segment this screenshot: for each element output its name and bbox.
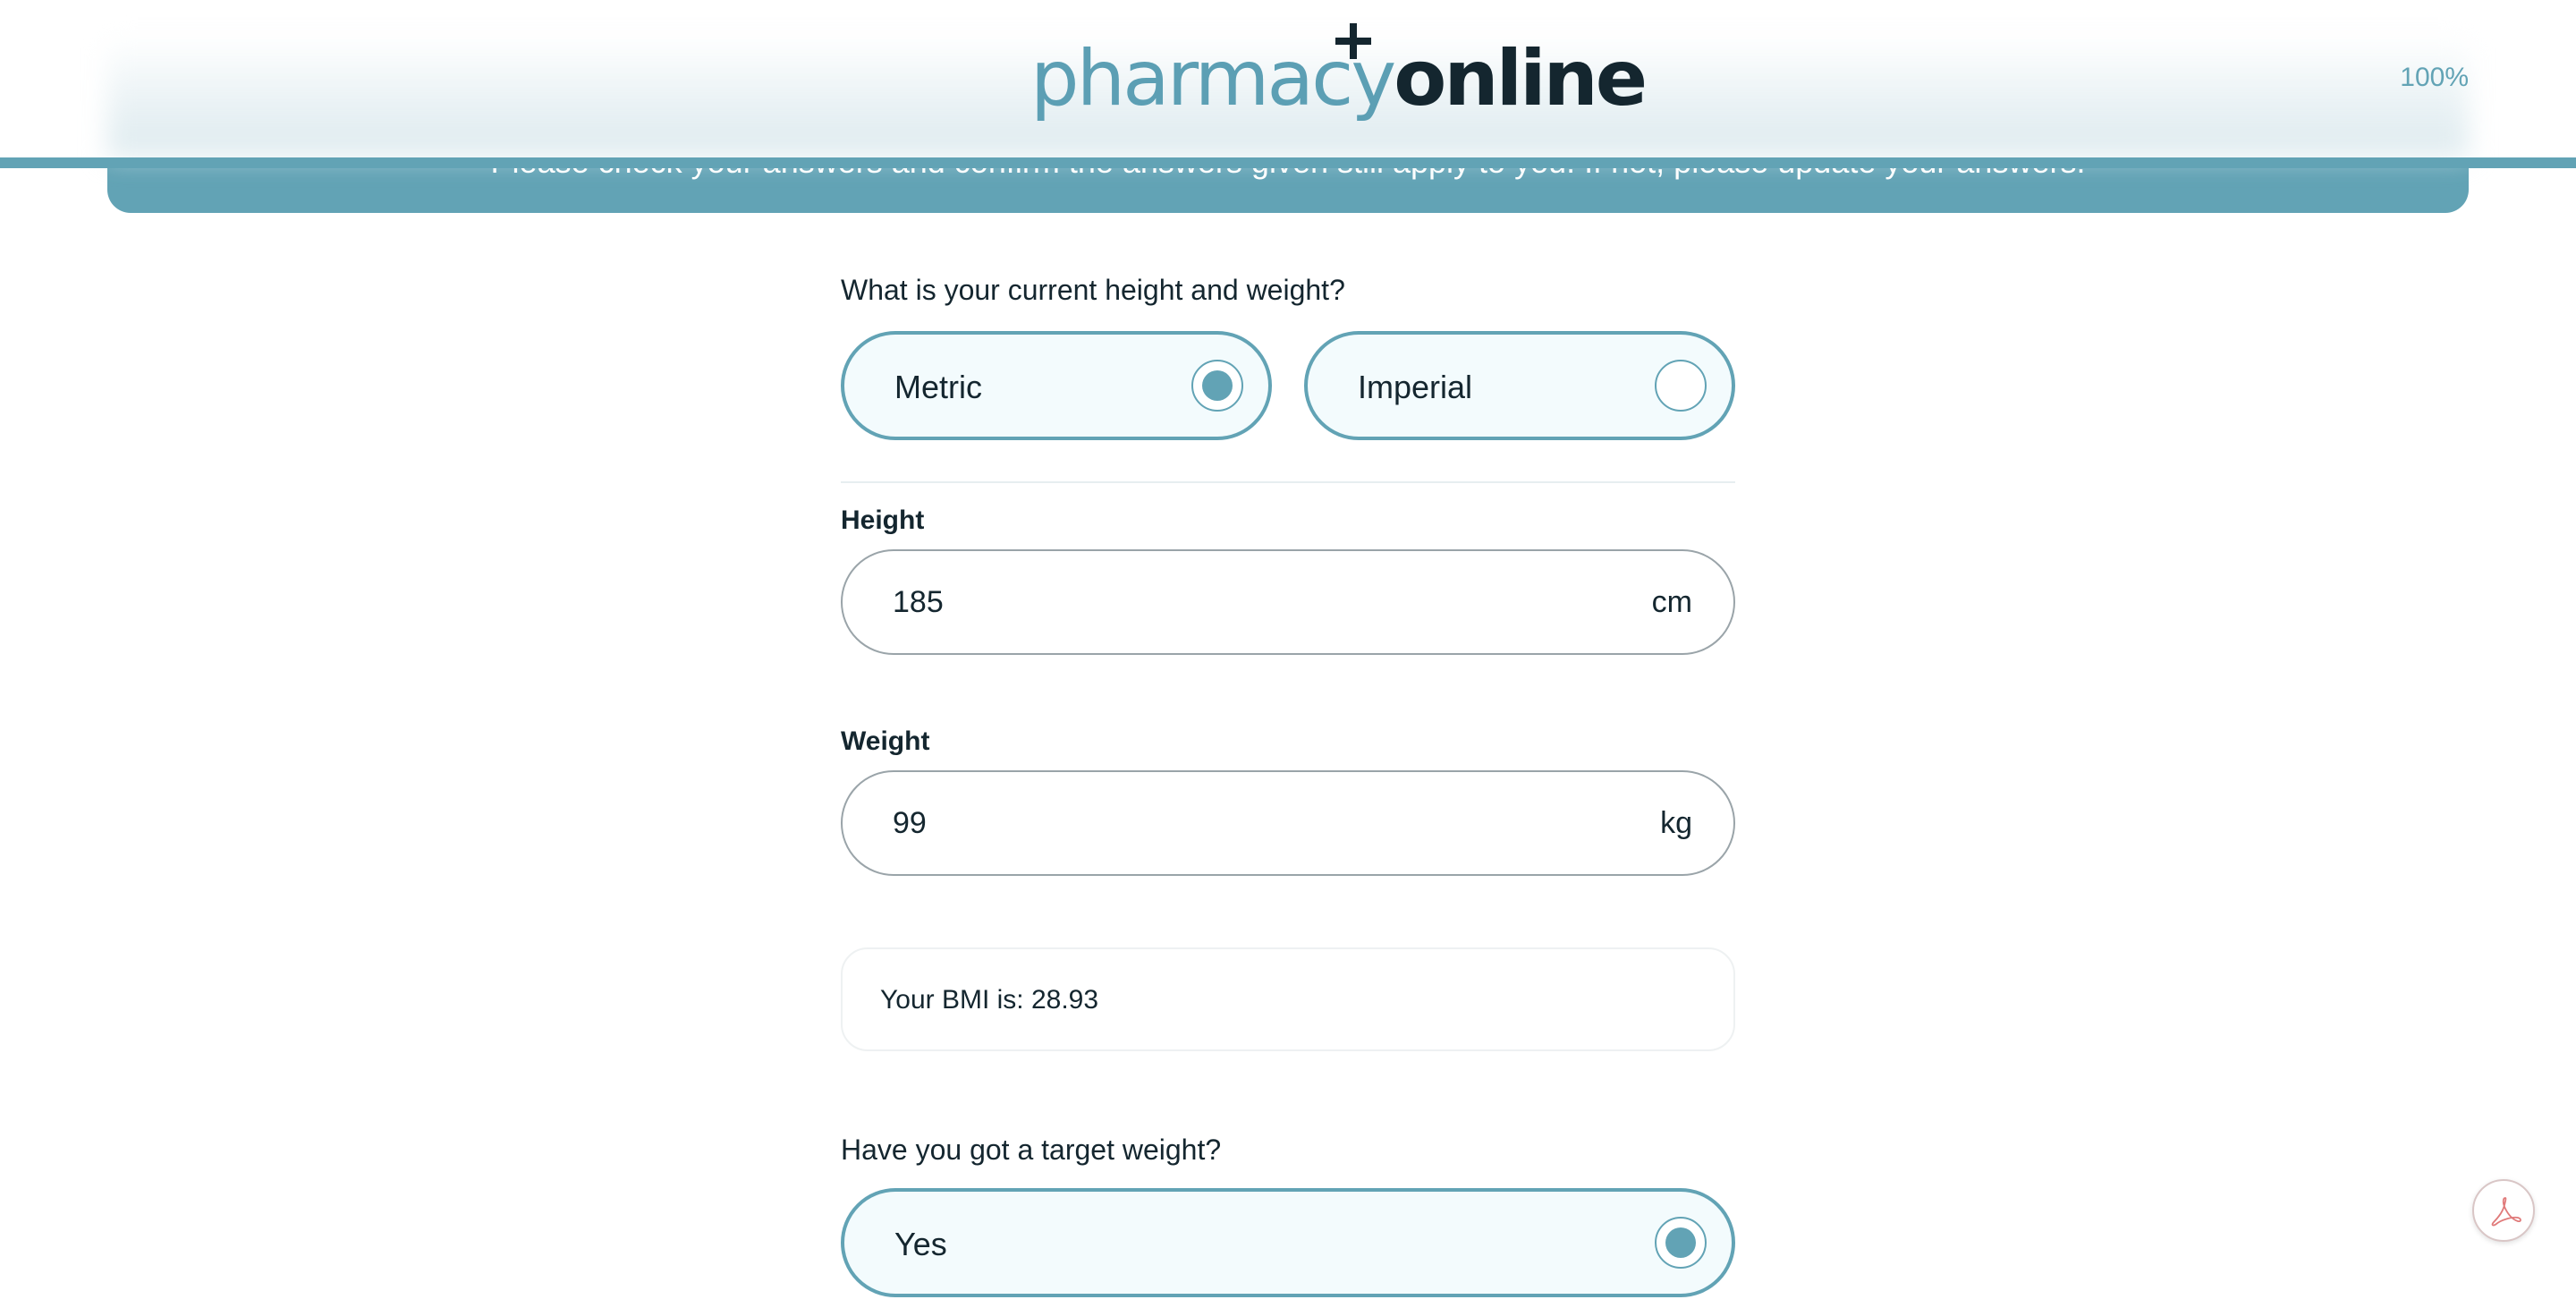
option-yes-label: Yes — [894, 1226, 947, 1262]
height-unit: cm — [1651, 585, 1692, 619]
logo-part-online: online — [1394, 34, 1648, 123]
page: pharmacyonline 100% Please check your an… — [0, 0, 2576, 1308]
divider — [841, 481, 1735, 483]
weight-unit: kg — [1660, 806, 1692, 840]
header-accent-line — [0, 157, 2576, 168]
option-metric-label: Metric — [894, 369, 982, 405]
weight-label: Weight — [841, 726, 930, 756]
question-height-weight: What is your current height and weight? — [841, 274, 1345, 306]
height-label: Height — [841, 505, 925, 535]
radio-yes[interactable] — [1655, 1217, 1707, 1269]
bmi-result-box: Your BMI is: 28.93 — [841, 947, 1735, 1051]
option-imperial[interactable]: Imperial — [1304, 331, 1735, 440]
question-target-weight: Have you got a target weight? — [841, 1134, 1222, 1166]
logo[interactable]: pharmacyonline — [1030, 23, 1648, 123]
radio-imperial[interactable] — [1655, 360, 1707, 412]
radio-metric[interactable] — [1191, 360, 1243, 412]
weight-value: 99 — [893, 806, 927, 840]
option-metric[interactable]: Metric — [841, 331, 1272, 440]
logo-plus-icon — [1335, 23, 1371, 59]
option-imperial-label: Imperial — [1358, 369, 1473, 405]
bmi-result-text: Your BMI is: 28.93 — [880, 985, 1099, 1015]
pdf-button[interactable] — [2472, 1179, 2535, 1242]
pdf-icon — [2491, 1197, 2521, 1227]
height-input[interactable]: 185 cm — [841, 549, 1735, 655]
option-yes[interactable]: Yes — [841, 1188, 1735, 1297]
weight-input[interactable]: 99 kg — [841, 770, 1735, 876]
progress-percentage: 100% — [2400, 63, 2469, 92]
height-value: 185 — [893, 585, 944, 619]
